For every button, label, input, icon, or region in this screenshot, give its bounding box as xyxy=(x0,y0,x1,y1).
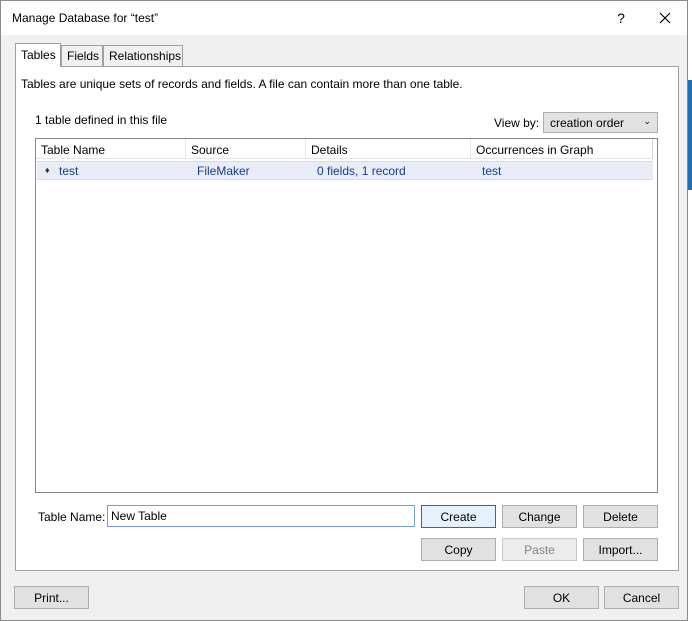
import-button[interactable]: Import... xyxy=(583,538,658,561)
tab-relationships[interactable]: Relationships xyxy=(103,45,183,66)
cell-source: FileMaker xyxy=(197,164,250,178)
delete-button[interactable]: Delete xyxy=(583,505,658,528)
ok-button[interactable]: OK xyxy=(524,586,599,609)
cell-table-name: test xyxy=(59,164,79,178)
table-count-text: 1 table defined in this file xyxy=(35,113,168,127)
cancel-button[interactable]: Cancel xyxy=(604,586,679,609)
change-button[interactable]: Change xyxy=(502,505,577,528)
close-icon xyxy=(659,12,671,24)
create-button[interactable]: Create xyxy=(421,505,496,528)
help-button[interactable]: ? xyxy=(599,1,643,35)
close-button[interactable] xyxy=(643,1,687,35)
view-by-label: View by: xyxy=(494,116,540,130)
view-by-value: creation order xyxy=(550,116,625,130)
column-header-details[interactable]: Details xyxy=(306,139,471,159)
list-edge xyxy=(653,139,657,492)
tab-tables[interactable]: Tables xyxy=(15,43,61,67)
drag-handle-icon[interactable]: ♦ xyxy=(45,165,50,175)
column-header-occurrences[interactable]: Occurrences in Graph xyxy=(471,139,653,159)
tables-description: Tables are unique sets of records and fi… xyxy=(21,77,463,91)
paste-button[interactable]: Paste xyxy=(502,538,577,561)
title-bar: Manage Database for “test” ? xyxy=(1,1,687,35)
cell-occurrences: test xyxy=(482,164,502,178)
help-icon: ? xyxy=(617,10,625,26)
window-title: Manage Database for “test” xyxy=(12,11,159,25)
column-header-source[interactable]: Source xyxy=(186,139,306,159)
background-window-edge xyxy=(688,80,692,190)
copy-button[interactable]: Copy xyxy=(421,538,496,561)
table-row[interactable]: ♦ test FileMaker 0 fields, 1 record test xyxy=(37,161,654,180)
tab-fields[interactable]: Fields xyxy=(61,45,103,66)
table-name-input[interactable] xyxy=(107,505,415,527)
table-header: Table Name Source Details Occurrences in… xyxy=(36,139,653,159)
view-by-select[interactable]: creation order ⌄ xyxy=(543,112,658,133)
cell-details: 0 fields, 1 record xyxy=(317,164,406,178)
column-header-table-name[interactable]: Table Name xyxy=(36,139,186,159)
print-button[interactable]: Print... xyxy=(14,586,89,609)
manage-database-dialog: Manage Database for “test” ? Tables Fiel… xyxy=(0,0,688,621)
chevron-down-icon: ⌄ xyxy=(643,116,651,126)
table-name-label: Table Name: xyxy=(38,510,106,524)
tables-list[interactable]: Table Name Source Details Occurrences in… xyxy=(35,138,658,493)
